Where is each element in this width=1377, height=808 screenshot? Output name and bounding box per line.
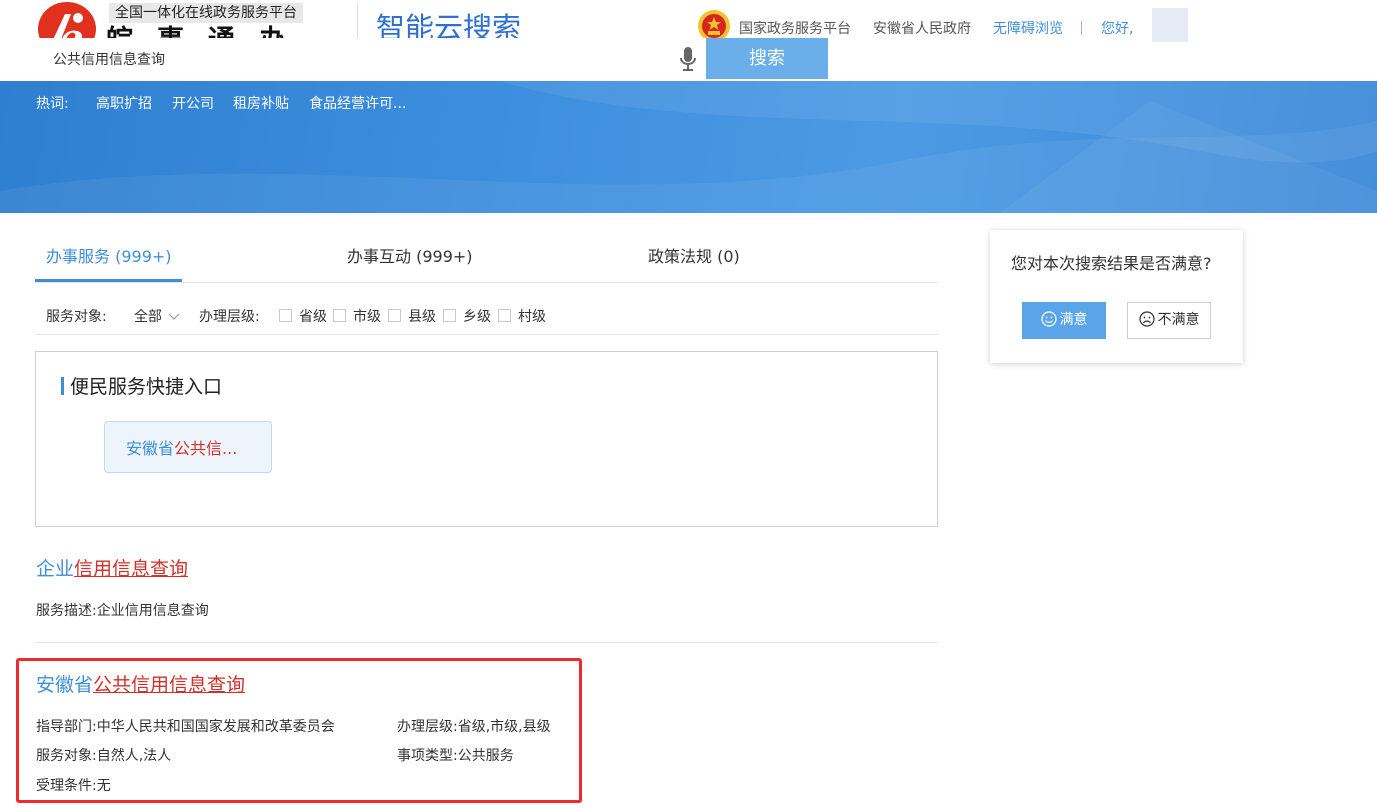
highlight-frame xyxy=(16,658,582,803)
level-option-label: 村级 xyxy=(518,309,546,325)
level-option-label: 市级 xyxy=(353,309,381,325)
user-name-placeholder[interactable] xyxy=(1152,8,1188,42)
target-filter-select[interactable]: 全部 xyxy=(134,307,162,327)
hot-word[interactable]: 租房补贴 xyxy=(233,94,289,114)
result-description: 服务描述:企业信用信息查询 xyxy=(36,603,209,619)
level-checkbox-city[interactable] xyxy=(333,309,346,322)
level-checkbox-township[interactable] xyxy=(443,309,456,322)
section-accent-bar xyxy=(61,377,64,395)
search-button[interactable]: 搜索 xyxy=(706,38,828,79)
hot-words-label: 热词: xyxy=(36,96,69,112)
result-title-highlight: 信用信息查询 xyxy=(74,558,189,580)
feedback-question: 您对本次搜索结果是否满意? xyxy=(1011,254,1212,273)
microphone-icon[interactable] xyxy=(678,46,698,72)
logo-tagline: 全国一体化在线政务服务平台 xyxy=(109,3,303,23)
level-option-label: 省级 xyxy=(299,309,327,325)
level-checkbox-village[interactable] xyxy=(498,309,511,322)
card-highlight: 公共信... xyxy=(174,439,238,458)
link-separator xyxy=(1081,21,1082,35)
greeting-text: 您好, xyxy=(1101,21,1134,37)
card-prefix: 安徽省 xyxy=(126,439,175,458)
province-gov-link[interactable]: 安徽省人民政府 xyxy=(873,19,971,39)
filter-divider xyxy=(35,334,938,335)
search-help-link[interactable]: 搜索帮助 xyxy=(977,49,1041,71)
target-filter-label: 服务对象: xyxy=(46,309,107,325)
level-checkbox-province[interactable] xyxy=(279,309,292,322)
result-title-link[interactable]: 企业信用信息查询 xyxy=(36,557,188,581)
search-box xyxy=(36,38,706,79)
satisfied-button[interactable]: 满意 xyxy=(1022,302,1106,339)
national-platform-link[interactable]: 国家政务服务平台 xyxy=(739,19,851,39)
unsatisfied-button[interactable]: 不满意 xyxy=(1127,302,1211,339)
accessible-browse-link[interactable]: 无障碍浏览 xyxy=(993,19,1063,39)
quick-entry-card-label[interactable]: 安徽省公共信... xyxy=(126,438,237,460)
tab-policies[interactable]: 政策法规 (0) xyxy=(648,246,740,268)
level-option-label: 县级 xyxy=(408,309,436,325)
feedback-panel xyxy=(990,230,1243,363)
level-option-label: 乡级 xyxy=(463,309,491,325)
result-divider xyxy=(35,642,938,643)
tab-interaction[interactable]: 办事互动 (999+) xyxy=(347,246,473,268)
unsatisfied-label: 不满意 xyxy=(1157,312,1200,328)
satisfied-label: 满意 xyxy=(1059,312,1088,328)
hot-word[interactable]: 开公司 xyxy=(172,94,214,114)
tab-services[interactable]: 办事服务 (999+) xyxy=(46,246,172,268)
hot-word[interactable]: 高职扩招 xyxy=(96,94,152,114)
result-title-prefix: 企业 xyxy=(36,558,75,580)
hot-word[interactable]: 食品经营许可... xyxy=(309,94,406,114)
level-filter-label: 办理层级: xyxy=(199,309,260,325)
quick-entry-title: 便民服务快捷入口 xyxy=(70,376,223,398)
level-checkbox-county[interactable] xyxy=(388,309,401,322)
frown-icon xyxy=(1138,310,1155,327)
advanced-search-link[interactable]: 高级检索 xyxy=(869,49,933,71)
tab-divider xyxy=(35,282,938,283)
chevron-down-icon[interactable] xyxy=(168,310,180,322)
smile-icon xyxy=(1040,310,1057,327)
search-input[interactable] xyxy=(36,38,666,79)
